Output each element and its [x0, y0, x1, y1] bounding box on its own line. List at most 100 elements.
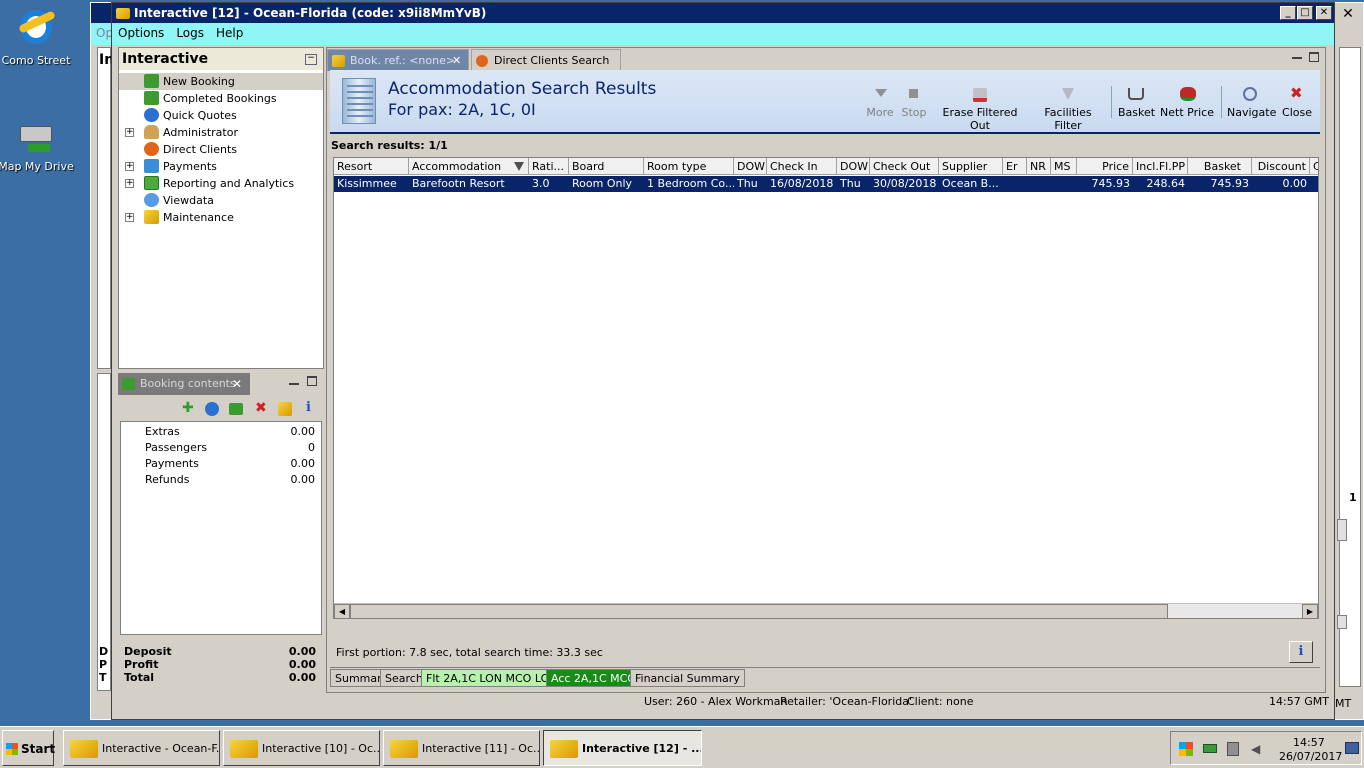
taskbar-item[interactable]: Interactive [11] - Oc...: [383, 730, 540, 766]
maximize-button[interactable]: □: [1297, 6, 1313, 20]
desktop-icon-map-my-drive[interactable]: Map My Drive: [0, 122, 76, 173]
column-header-dow[interactable]: DOW: [734, 158, 767, 175]
column-header-check-in[interactable]: Check In: [767, 158, 837, 175]
navigate-button[interactable]: Navigate: [1227, 87, 1276, 119]
info-button[interactable]: i: [1289, 641, 1313, 663]
tray-clock-date[interactable]: 26/07/2017: [1279, 750, 1342, 763]
scroll-left-icon[interactable]: ◀: [334, 604, 350, 618]
column-header-resort[interactable]: Resort: [334, 158, 409, 175]
basket-button[interactable]: Basket: [1118, 88, 1155, 119]
column-header-room-type[interactable]: Room type: [644, 158, 734, 175]
more-button[interactable]: More: [866, 89, 894, 119]
scroll-right-icon[interactable]: ▶: [1302, 604, 1318, 618]
nav-item-new-booking[interactable]: New Booking: [119, 73, 323, 90]
close-icon[interactable]: ✕: [452, 50, 461, 72]
add-icon[interactable]: ✚: [182, 400, 194, 416]
start-button[interactable]: Start: [2, 730, 55, 766]
delete-icon[interactable]: ✖: [255, 400, 267, 416]
column-header-price[interactable]: Price: [1077, 158, 1133, 175]
facilities-filter-button[interactable]: Facilities Filter: [1032, 88, 1104, 132]
tab-label: Book. ref.: <none>: [350, 54, 456, 67]
system-tray: ◀ 14:57 26/07/2017: [1170, 731, 1362, 765]
tab-direct-clients-search[interactable]: Direct Clients Search: [471, 49, 621, 71]
minimize-icon[interactable]: [1292, 51, 1302, 59]
booking-row-value: 0: [308, 441, 315, 454]
taskbar-item-label: Interactive [10] - Oc...: [262, 742, 380, 755]
stop-button[interactable]: Stop: [900, 89, 928, 119]
column-header-board[interactable]: Board: [569, 158, 644, 175]
column-header-er[interactable]: Er: [1003, 158, 1027, 175]
windows-logo-icon: [6, 743, 18, 755]
nett-price-button[interactable]: Nett Price: [1160, 87, 1214, 119]
background-close-button[interactable]: ✕: [1339, 5, 1357, 23]
transfer-icon[interactable]: [229, 403, 243, 415]
nav-item-administrator[interactable]: + Administrator: [119, 124, 323, 141]
booking-tab[interactable]: Booking contents ✕: [118, 373, 250, 395]
tray-network-icon[interactable]: [1227, 742, 1239, 756]
expand-icon[interactable]: +: [125, 162, 134, 171]
maximize-icon[interactable]: [1309, 52, 1319, 62]
show-desktop-icon[interactable]: [1345, 742, 1359, 754]
menu-logs[interactable]: Logs: [170, 26, 210, 40]
column-header-rating[interactable]: Rati...: [529, 158, 569, 175]
tab-accommodation[interactable]: Acc 2A,1C MCO: [546, 669, 641, 687]
tray-clock-time[interactable]: 14:57: [1293, 736, 1325, 749]
nav-item-viewdata[interactable]: Viewdata: [119, 192, 323, 209]
column-header-basket[interactable]: Basket: [1188, 158, 1252, 175]
column-header-supplier[interactable]: Supplier: [939, 158, 1003, 175]
taskbar-item[interactable]: Interactive - Ocean-F...: [63, 730, 220, 766]
tray-volume-icon[interactable]: ◀: [1251, 742, 1265, 756]
filter-icon: [1062, 88, 1074, 100]
tray-app-icon[interactable]: [1179, 742, 1193, 756]
tab-booking[interactable]: Book. ref.: <none> ✕: [327, 49, 469, 71]
column-header-accommodation[interactable]: Accommodation: [409, 158, 529, 175]
info-icon[interactable]: i: [306, 400, 311, 415]
menu-help[interactable]: Help: [210, 26, 249, 40]
window-titlebar[interactable]: Interactive [12] - Ocean-Florida (code: …: [112, 3, 1334, 23]
nav-item-quick-quotes[interactable]: Quick Quotes: [119, 107, 323, 124]
horizontal-scrollbar[interactable]: ◀ ▶: [334, 603, 1318, 618]
booking-row-value: 0.00: [290, 473, 316, 486]
nav-item-label: Reporting and Analytics: [163, 177, 295, 190]
taskbar-item[interactable]: Interactive [10] - Oc...: [223, 730, 380, 766]
person-icon: [144, 125, 159, 139]
expand-icon[interactable]: +: [125, 128, 134, 137]
close-icon[interactable]: ✕: [232, 373, 242, 395]
collapse-icon[interactable]: −: [305, 54, 317, 65]
nav-item-reporting[interactable]: + Reporting and Analytics: [119, 175, 323, 192]
booking-row-value: 0.00: [290, 457, 316, 470]
menu-options[interactable]: Options: [112, 26, 170, 40]
tab-financial-summary[interactable]: Financial Summary: [630, 669, 745, 687]
close-button[interactable]: ✕: [1316, 6, 1332, 20]
nav-item-direct-clients[interactable]: Direct Clients: [119, 141, 323, 158]
column-header-check-out[interactable]: Check Out: [870, 158, 939, 175]
clock-icon[interactable]: [205, 402, 219, 416]
maximize-icon[interactable]: [307, 376, 317, 386]
column-header-dow-2[interactable]: DOW: [837, 158, 870, 175]
minimize-button[interactable]: _: [1280, 6, 1296, 20]
expand-icon[interactable]: +: [125, 179, 134, 188]
palm-tree-icon[interactable]: [278, 402, 292, 416]
column-header-c[interactable]: C: [1310, 158, 1318, 175]
nav-item-payments[interactable]: + Payments: [119, 158, 323, 175]
nav-item-label: Payments: [163, 160, 217, 173]
filter-icon[interactable]: [514, 162, 524, 171]
column-header-discount[interactable]: Discount: [1252, 158, 1310, 175]
column-header-nr[interactable]: NR: [1027, 158, 1051, 175]
nav-item-maintenance[interactable]: + Maintenance: [119, 209, 323, 226]
column-header-incl-fl-pp[interactable]: Incl.Fl.PP: [1133, 158, 1188, 175]
erase-filtered-out-button[interactable]: Erase Filtered Out: [935, 88, 1025, 132]
column-header-ms[interactable]: MS: [1051, 158, 1077, 175]
scroll-thumb[interactable]: [350, 604, 1168, 618]
toolbar-label: More: [866, 106, 894, 119]
tab-flight[interactable]: Flt 2A,1C LON MCO LON: [421, 669, 563, 687]
booking-toolbar: ✚ ✖ i: [118, 395, 324, 421]
desktop-icon-como-street[interactable]: Como Street: [0, 6, 76, 67]
taskbar-item-active[interactable]: Interactive [12] - ...: [543, 730, 702, 766]
expand-icon[interactable]: +: [125, 213, 134, 222]
total-label: Total: [124, 671, 155, 684]
tray-battery-icon[interactable]: [1203, 744, 1217, 753]
close-results-button[interactable]: ✖ Close: [1281, 84, 1313, 119]
minimize-icon[interactable]: [289, 375, 299, 385]
nav-item-completed-bookings[interactable]: Completed Bookings: [119, 90, 323, 107]
